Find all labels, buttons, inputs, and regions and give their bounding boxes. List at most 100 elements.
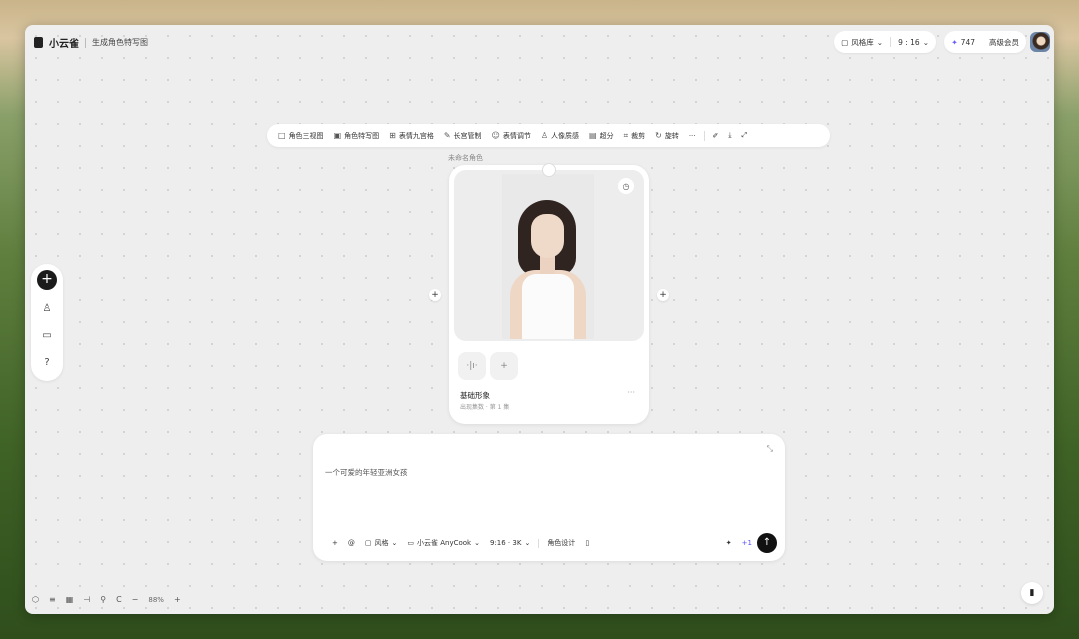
tool-crop[interactable]: ⌗ 裁剪 [619,131,651,141]
face-icon: ☺ [491,131,500,140]
divider [85,37,86,48]
chevron-down-icon: ⌄ [876,37,884,47]
card-title[interactable]: 未命名角色 [448,153,483,163]
fullscreen-icon[interactable]: ⤢ [737,131,753,140]
tool-label: 旋转 [664,131,679,140]
brand: 小云雀 生成角色特写图 [34,35,148,50]
model-label: 小云雀 AnyCook [417,539,472,547]
variant-name: 基础形象 [460,391,490,400]
add-variant-button[interactable]: + [490,352,518,380]
connector-handle[interactable] [542,163,556,177]
audio-icon[interactable]: ·|ı· [458,352,486,380]
assistant-button[interactable]: ▮ [1021,582,1043,604]
rotate-icon: ↻ [655,131,662,140]
more-button[interactable]: ··· [684,132,701,140]
style-ratio-pill: ▢ 风格库 ⌄ 9 : 16 ⌄ [834,31,936,53]
character-portrait[interactable] [502,174,594,339]
pin-icon[interactable]: ⚲ [100,595,106,604]
upscale-icon: ▤ [589,131,597,140]
tree-icon[interactable]: ⊣ [83,595,90,604]
tool-label: 表情九宫格 [398,131,434,140]
chevron-down-icon: ⌄ [474,539,480,547]
card-more-button[interactable]: ··· [627,388,635,397]
tool-label: 表情调节 [502,131,531,140]
zoom-in-button[interactable]: + [174,595,181,604]
left-toolbar: + ♙ ▭ ? [31,264,63,381]
tool-label: 人像质感 [551,131,580,140]
style-label: 风格 [374,539,389,547]
tool-pose[interactable]: ✎ 长宫管制 [439,131,487,141]
image-area: ◷ [454,170,644,341]
add-attachment-button[interactable]: + [327,539,343,547]
magic-wand-icon[interactable]: ✦ [721,539,737,547]
zoom-out-button[interactable]: − [132,595,139,604]
tool-upscale[interactable]: ▤ 超分 [584,131,619,141]
style-library-label: 风格库 [851,37,874,47]
three-view-icon: □ [278,131,286,140]
bottom-toolbar: ⬡ ≡ ▦ ⊣ ⚲ C − 88% + [32,595,181,604]
count-button[interactable]: +1 [737,539,757,547]
refresh-icon[interactable]: C [116,595,122,604]
tool-label: 超分 [599,131,614,140]
membership-button[interactable]: 高级会员 [982,37,1026,48]
credits-button[interactable]: ✦ 747 [944,38,982,47]
style-select[interactable]: ▢ 风格 ⌄ [360,538,403,548]
mention-icon[interactable]: @ [343,539,360,547]
book-icon[interactable]: ▯ [580,539,594,547]
tool-portrait-texture[interactable]: ♙ 人像质感 [536,131,584,141]
tool-expression-grid[interactable]: ⊞ 表情九宫格 [384,131,439,141]
tool-label: 角色特写图 [344,131,380,140]
character-icon[interactable]: ♙ [43,300,52,317]
ratio-resolution-label: 9:16 · 3K [489,539,522,547]
variant-meta: 出现集数 · 第 1 集 [460,404,510,411]
divider [703,130,705,141]
variant-thumbs: ·|ı· + [458,352,518,380]
role-design-button[interactable]: 角色设计 [542,538,580,548]
zoom-level[interactable]: 88% [148,596,164,604]
tool-rotate[interactable]: ↻ 旋转 [650,131,684,141]
tool-label: 角色三视图 [288,131,324,140]
user-avatar[interactable] [1030,32,1050,52]
tool-closeup[interactable]: ▣ 角色特写图 [329,131,385,141]
bag-icon: ▢ [841,37,849,47]
chevron-down-icon: ⌄ [524,539,531,547]
annotate-icon[interactable]: ✐ [708,132,724,140]
add-button[interactable]: + [37,270,57,290]
expand-icon[interactable]: ⤡ [767,444,773,454]
prompt-panel: ⤡ 一个可爱的年轻亚洲女孩 + @ ▢ 风格 ⌄ ▭ 小云雀 AnyCook ⌄… [313,434,785,561]
prompt-input[interactable]: 一个可爱的年轻亚洲女孩 [325,467,408,478]
hex-icon[interactable]: ⬡ [32,595,39,604]
tool-three-view[interactable]: □ 角色三视图 [273,131,329,141]
credits-count: 747 [960,37,975,47]
ratio-label: 9 : 16 [898,37,920,47]
add-left-button[interactable]: + [429,289,441,301]
download-icon[interactable]: ⤓ [723,131,736,140]
send-button[interactable]: ↑ [757,533,777,553]
chevron-down-icon: ⌄ [391,539,398,547]
model-select[interactable]: ▭ 小云雀 AnyCook ⌄ [402,538,485,548]
layers-icon[interactable]: ≡ [49,595,56,604]
app-name: 小云雀 [49,39,79,50]
grid-icon[interactable]: ▦ [66,595,74,604]
ratio-resolution-select[interactable]: 9:16 · 3K ⌄ [485,539,535,547]
sparkle-icon: ✦ [951,37,958,47]
style-library-button[interactable]: ▢ 风格库 ⌄ [834,37,890,48]
folder-icon[interactable]: ▭ [42,327,51,344]
tool-label: 裁剪 [631,131,646,140]
tool-label: 长宫管制 [453,131,482,140]
bag-icon: ▢ [364,539,372,547]
tool-expression[interactable]: ☺ 表情调节 [487,131,536,141]
page-title[interactable]: 生成角色特写图 [92,37,148,48]
ratio-button[interactable]: 9 : 16 ⌄ [891,38,936,47]
character-card[interactable]: ◷ ·|ı· + 基础形象 出现集数 · 第 1 集 ··· [449,163,649,424]
history-icon[interactable]: ◷ [618,178,634,194]
help-icon[interactable]: ? [44,354,49,371]
closeup-icon: ▣ [333,131,342,140]
divider [538,538,540,548]
app-window: 小云雀 生成角色特写图 ▢ 风格库 ⌄ 9 : 16 ⌄ ✦ 747 高级会员 … [25,25,1054,614]
person-icon: ♙ [540,131,549,140]
crop-icon: ⌗ [623,130,629,140]
pose-icon: ✎ [443,131,451,140]
grid-icon: ⊞ [389,131,396,140]
add-right-button[interactable]: + [657,289,669,301]
